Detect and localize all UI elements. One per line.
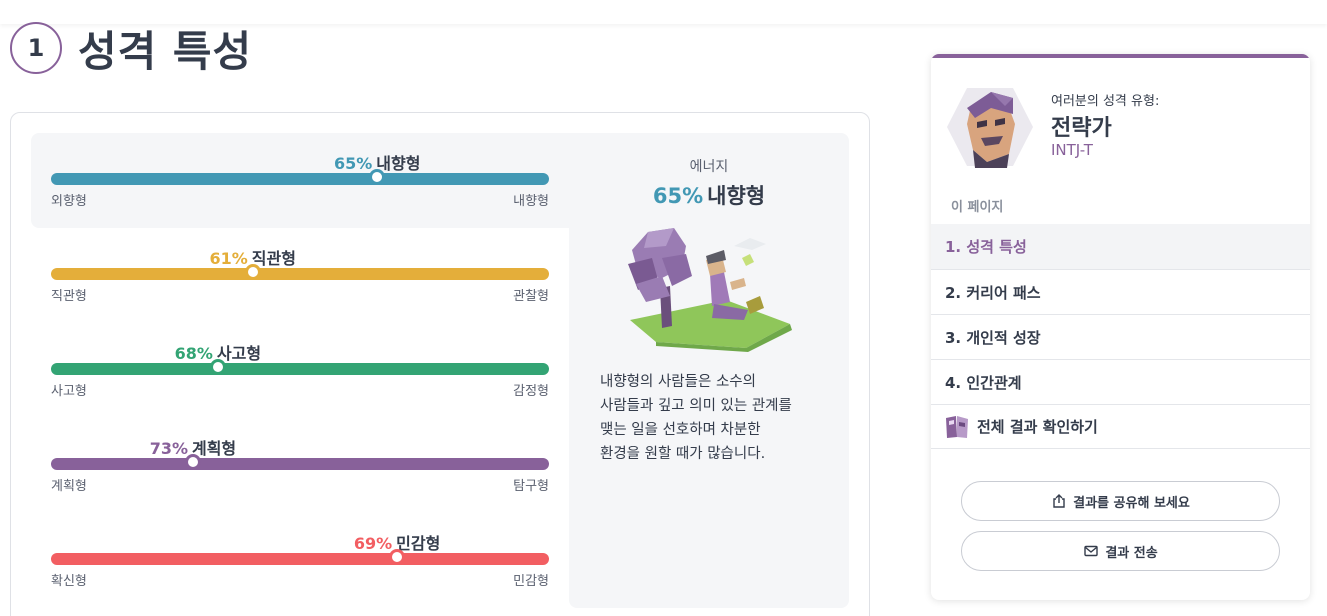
trait-energy[interactable]: 65% 내향형 외향형 내향형 xyxy=(51,150,549,220)
trait-marker xyxy=(244,264,261,280)
trait-bar xyxy=(51,268,549,280)
detail-line: 맺는 일을 선호하며 차분한 xyxy=(600,422,761,438)
trait-left-label: 사고형 xyxy=(51,384,87,399)
trait-nature[interactable]: 68% 사고형 사고형 감정형 xyxy=(51,340,549,410)
nav-item-label: 1. 성격 특성 xyxy=(945,238,1027,256)
nav-item-personal-growth[interactable]: 3. 개인적 성장 xyxy=(931,314,1310,359)
detail-line: 내향형의 사람들은 소수의 xyxy=(600,374,756,390)
trait-marker xyxy=(389,549,406,565)
trait-left-label: 확신형 xyxy=(51,574,87,589)
detail-caption: 에너지 xyxy=(689,159,729,175)
nav-item-label: 3. 개인적 성장 xyxy=(945,328,1041,347)
trait-percent: 68% xyxy=(174,344,213,363)
trait-right-label: 감정형 xyxy=(513,384,549,399)
trait-right-label: 탐구형 xyxy=(513,479,549,494)
sidebar-accent-bar xyxy=(931,54,1310,58)
trait-name: 사고형 xyxy=(216,344,262,363)
personality-type-code: INTJ-T xyxy=(1051,141,1093,159)
nav-item-label: 2. 커리어 패스 xyxy=(945,283,1041,302)
detail-description: 내향형의 사람들은 소수의 사람들과 깊고 의미 있는 관계를 맺는 일을 선호… xyxy=(600,370,820,466)
trait-percent: 61% xyxy=(209,249,248,268)
personality-type-caption: 여러분의 성격 유형: xyxy=(1051,94,1160,109)
email-results-button[interactable]: 결과 전송 xyxy=(961,531,1280,571)
envelope-icon xyxy=(1084,545,1099,557)
trait-percent: 65% xyxy=(333,154,373,173)
trait-percent: 73% xyxy=(149,439,188,458)
trait-bar xyxy=(51,363,549,375)
nav-item-label: 4. 인간관계 xyxy=(945,373,1022,392)
section-header: 1 성격 특성 xyxy=(10,22,252,76)
trait-mind[interactable]: 61% 직관형 직관형 관찰형 xyxy=(51,245,549,315)
section-title: 성격 특성 xyxy=(78,26,253,76)
results-book-icon xyxy=(946,415,968,438)
nav-item-full-results[interactable]: 전체 결과 확인하기 xyxy=(931,404,1310,449)
sidebar-card: 여러분의 성격 유형: 전략가 INTJ-T 이 페이지 1. 성격 특성 2.… xyxy=(931,54,1310,600)
email-button-label: 결과 전송 xyxy=(1105,545,1158,561)
trait-name: 내향형 xyxy=(376,154,421,173)
detail-headline: 65% 내향형 xyxy=(569,180,849,210)
trait-identity[interactable]: 69% 민감형 확신형 민감형 xyxy=(51,530,549,600)
share-results-button[interactable]: 결과를 공유해 보세요 xyxy=(961,481,1280,521)
section-number: 1 xyxy=(10,22,62,74)
detail-line: 환경을 원할 때가 많습니다. xyxy=(600,446,766,462)
introvert-illustration xyxy=(628,228,792,352)
trait-bar xyxy=(51,458,549,470)
trait-left-label: 계획형 xyxy=(51,479,87,494)
trait-right-label: 내향형 xyxy=(513,194,549,209)
trait-name: 직관형 xyxy=(251,249,296,268)
trait-marker xyxy=(184,454,201,470)
nav-item-label: 전체 결과 확인하기 xyxy=(977,418,1098,436)
trait-tactics[interactable]: 73% 계획형 계획형 탐구형 xyxy=(51,435,549,505)
nav-item-career-paths[interactable]: 2. 커리어 패스 xyxy=(931,269,1310,314)
trait-name: 계획형 xyxy=(191,439,237,458)
avatar xyxy=(947,88,1033,168)
trait-marker xyxy=(369,169,386,185)
trait-percent: 69% xyxy=(353,534,393,553)
trait-left-label: 외향형 xyxy=(51,194,87,209)
detail-line: 사람들과 깊고 의미 있는 관계를 xyxy=(600,398,792,414)
trait-name: 민감형 xyxy=(396,534,441,553)
page-nav: 1. 성격 특성 2. 커리어 패스 3. 개인적 성장 4. 인간관계 전체 … xyxy=(931,224,1310,449)
trait-right-label: 관찰형 xyxy=(513,289,549,304)
trait-right-label: 민감형 xyxy=(513,574,549,589)
trait-bar xyxy=(51,553,549,565)
detail-trait-name: 내향형 xyxy=(707,184,766,208)
trait-left-label: 직관형 xyxy=(51,289,87,304)
page-nav-heading: 이 페이지 xyxy=(951,200,1004,215)
nav-item-personality-traits[interactable]: 1. 성격 특성 xyxy=(931,224,1310,269)
detail-percent: 65% xyxy=(652,184,704,208)
share-icon xyxy=(1053,494,1065,508)
nav-item-relationships[interactable]: 4. 인간관계 xyxy=(931,359,1310,404)
trait-bar xyxy=(51,173,549,185)
share-button-label: 결과를 공유해 보세요 xyxy=(1073,495,1190,511)
trait-marker xyxy=(209,359,226,375)
personality-type-name: 전략가 xyxy=(1051,116,1112,141)
